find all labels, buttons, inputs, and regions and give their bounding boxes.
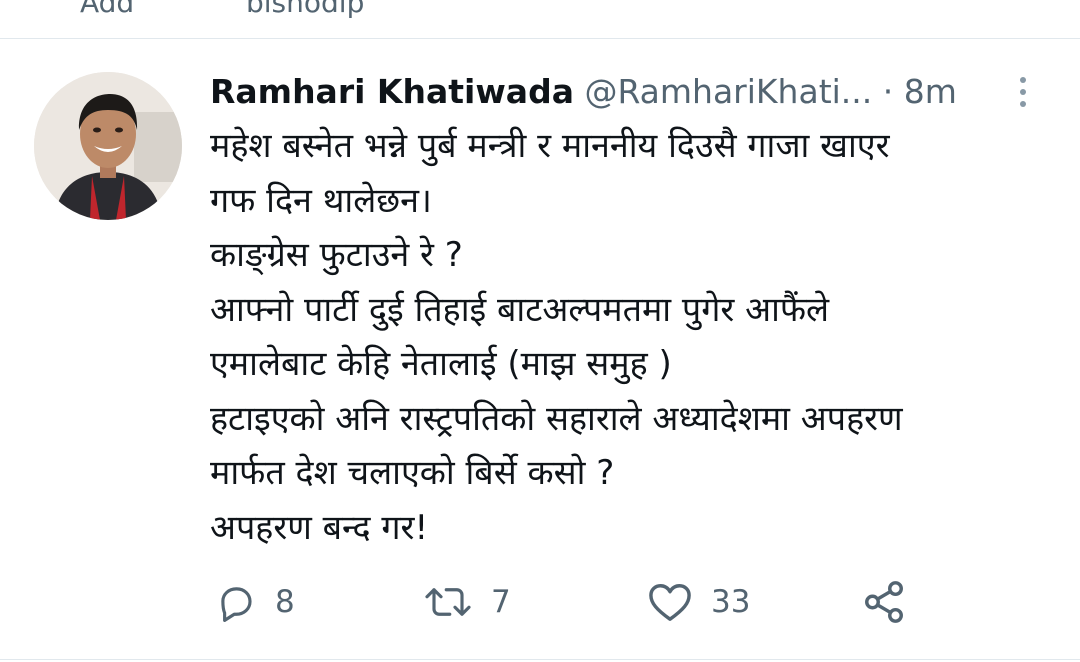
like-button[interactable]: 33 — [647, 580, 750, 624]
tweet[interactable]: Ramhari Khatiwada @RamhariKhati... · 8m … — [0, 39, 1080, 660]
tweet-header: Ramhari Khatiwada @RamhariKhati... · 8m — [210, 69, 1040, 115]
avatar[interactable] — [34, 72, 182, 220]
separator-dot: · — [882, 72, 894, 111]
retweet-icon — [425, 588, 471, 616]
partial-label-add: Add — [80, 0, 135, 19]
more-vertical-icon[interactable] — [1012, 69, 1032, 115]
like-count: 33 — [711, 584, 751, 620]
reply-button[interactable]: 8 — [215, 580, 295, 624]
share-icon — [865, 581, 903, 623]
previous-tweet-partial: Add bishodip — [0, 0, 1080, 39]
retweet-button[interactable]: 7 — [423, 580, 511, 624]
retweet-count: 7 — [491, 584, 511, 620]
reply-icon — [221, 587, 252, 622]
share-button[interactable] — [861, 580, 925, 624]
author-handle[interactable]: @RamhariKhati... — [584, 72, 872, 111]
avatar-photo — [34, 72, 182, 220]
author-name[interactable]: Ramhari Khatiwada — [210, 72, 574, 111]
heart-icon — [649, 584, 691, 621]
tweet-text: महेश बस्नेत भन्ने पुर्ब मन्त्री र माननीय… — [210, 126, 903, 548]
tweet-timestamp[interactable]: 8m — [904, 72, 957, 111]
partial-label-name: bishodip — [246, 0, 365, 19]
tweet-actions: 8 7 33 — [215, 580, 935, 624]
reply-count: 8 — [275, 584, 295, 620]
